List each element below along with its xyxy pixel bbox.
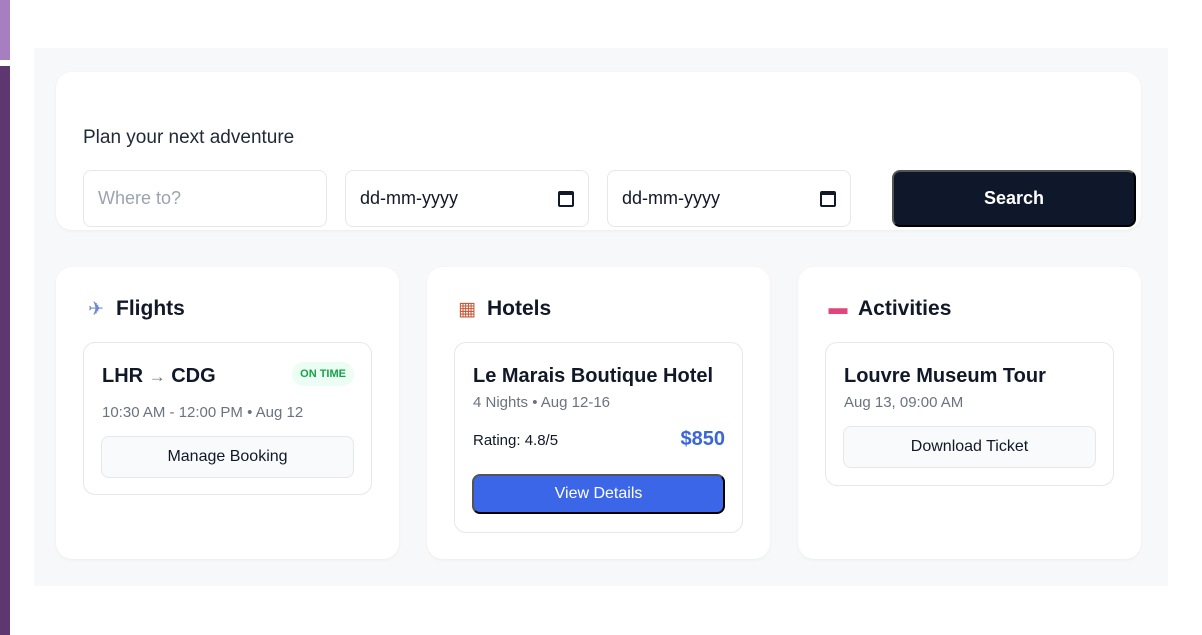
- status-badge: ON TIME: [292, 362, 354, 386]
- download-ticket-button[interactable]: Download Ticket: [843, 426, 1096, 468]
- hotels-panel: ▦ Hotels Le Marais Boutique Hotel 4 Nigh…: [427, 267, 770, 559]
- activities-heading: ▬ Activities: [827, 297, 952, 321]
- view-details-button[interactable]: View Details: [472, 474, 725, 514]
- flights-panel: ✈ Flights LHR → CDG ON TIME 10:30 AM - 1…: [56, 267, 399, 559]
- search-panel: Plan your next adventure Where to? dd-mm…: [56, 72, 1141, 230]
- hotels-heading: ▦ Hotels: [456, 297, 551, 321]
- hotel-rating: Rating: 4.8/5: [473, 432, 559, 449]
- hotel-name: Le Marais Boutique Hotel: [473, 365, 714, 387]
- activity-time: Aug 13, 09:00 AM: [844, 394, 964, 411]
- hotels-title: Hotels: [487, 297, 552, 320]
- route-from: LHR: [102, 365, 144, 387]
- flight-time: 10:30 AM - 12:00 PM • Aug 12: [102, 404, 304, 421]
- start-date-input[interactable]: dd-mm-yyyy: [345, 170, 589, 227]
- window-edge-top: [0, 0, 10, 60]
- hotel-card: Le Marais Boutique Hotel 4 Nights • Aug …: [454, 342, 743, 533]
- flight-route: LHR → CDG: [102, 365, 216, 388]
- flight-card: LHR → CDG ON TIME 10:30 AM - 12:00 PM • …: [83, 342, 372, 495]
- search-button[interactable]: Search: [892, 170, 1136, 227]
- activity-name: Louvre Museum Tour: [844, 365, 1046, 387]
- airplane-icon: ✈: [88, 298, 104, 320]
- start-date-value: dd-mm-yyyy: [360, 188, 458, 208]
- search-title: Plan your next adventure: [83, 127, 295, 148]
- hotel-icon: ▦: [458, 298, 476, 320]
- travel-dashboard: Plan your next adventure Where to? dd-mm…: [34, 48, 1168, 586]
- hotel-details: 4 Nights • Aug 12-16: [473, 394, 611, 411]
- calendar-icon[interactable]: [820, 190, 836, 207]
- activities-title: Activities: [858, 297, 952, 320]
- hotel-price: $850: [680, 428, 726, 450]
- ticket-icon: ▬: [828, 298, 848, 319]
- route-arrow-icon: →: [148, 367, 166, 386]
- flights-heading: ✈ Flights: [85, 297, 185, 321]
- destination-input[interactable]: Where to?: [83, 170, 327, 227]
- manage-booking-button[interactable]: Manage Booking: [101, 436, 354, 478]
- end-date-value: dd-mm-yyyy: [622, 188, 720, 208]
- flights-title: Flights: [116, 297, 185, 320]
- window-edge: [0, 66, 10, 635]
- activity-card: Louvre Museum Tour Aug 13, 09:00 AM Down…: [825, 342, 1114, 486]
- calendar-icon[interactable]: [558, 190, 574, 207]
- route-to: CDG: [171, 365, 216, 387]
- destination-placeholder: Where to?: [98, 188, 182, 208]
- end-date-input[interactable]: dd-mm-yyyy: [607, 170, 851, 227]
- activities-panel: ▬ Activities Louvre Museum Tour Aug 13, …: [798, 267, 1141, 559]
